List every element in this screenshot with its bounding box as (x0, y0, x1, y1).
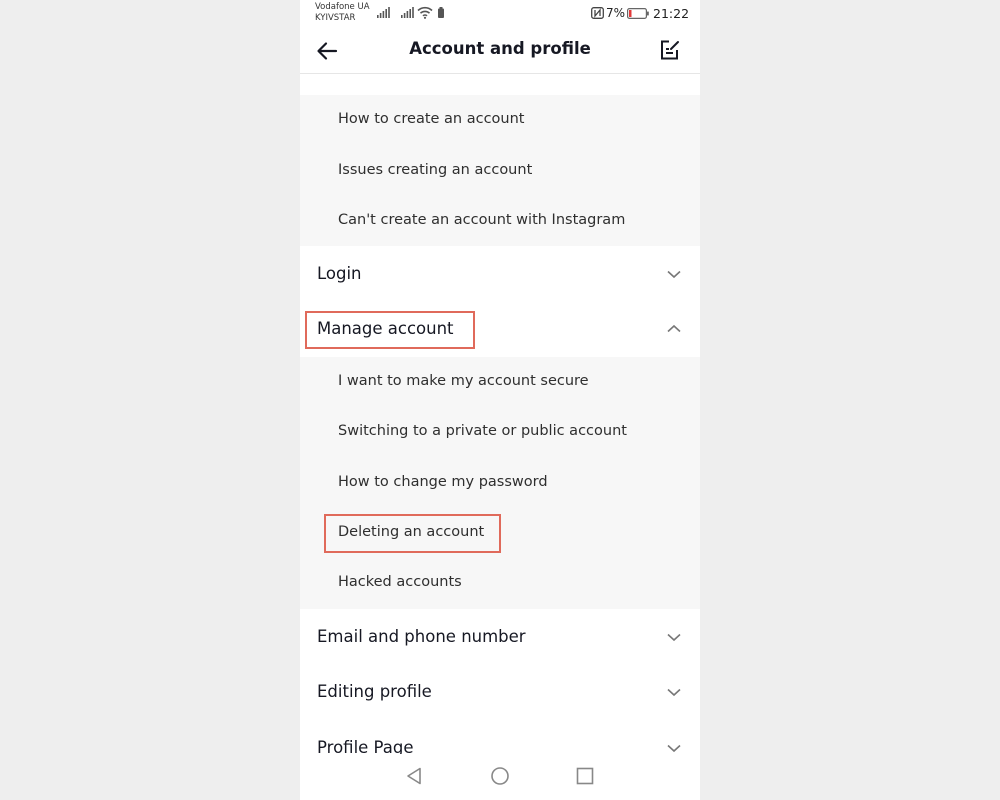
carrier-info: Vodafone UA KYIVSTAR (315, 2, 370, 24)
chevron-down-icon (667, 688, 681, 697)
topic-secure-account[interactable]: I want to make my account secure (338, 373, 589, 389)
section-email-phone[interactable]: Email and phone number (300, 617, 700, 657)
help-topics-list: How to create an account Issues creating… (300, 74, 700, 757)
topic-issues-creating-account[interactable]: Issues creating an account (338, 162, 532, 178)
signal-icon (377, 7, 390, 18)
phone-screen: Vodafone UA KYIVSTAR 7% 21:22 Account an… (300, 0, 700, 800)
carrier-name-1: Vodafone UA (315, 2, 370, 12)
nav-recents-icon[interactable] (576, 766, 594, 786)
wifi-icon (417, 6, 433, 19)
section-login[interactable]: Login (300, 254, 700, 294)
chevron-up-icon (667, 324, 681, 333)
section-email-phone-label: Email and phone number (317, 627, 526, 646)
app-header: Account and profile (300, 28, 700, 74)
battery-percent: 7% (606, 6, 626, 20)
battery-icon (627, 8, 649, 19)
nav-back-icon[interactable] (405, 766, 423, 786)
nfc-icon (591, 7, 604, 19)
chevron-down-icon (667, 270, 681, 279)
highlight-box-deleting-account (324, 514, 501, 553)
carrier-name-2: KYIVSTAR (315, 13, 356, 23)
chevron-down-icon (667, 633, 681, 642)
topic-change-password[interactable]: How to change my password (338, 474, 548, 490)
section-login-label: Login (317, 264, 362, 283)
topic-hacked-accounts[interactable]: Hacked accounts (338, 574, 462, 590)
highlight-box-manage-account (305, 311, 475, 349)
manage-account-sublist: I want to make my account secure Switchi… (300, 357, 700, 609)
battery-saver-icon (438, 7, 444, 18)
topic-private-public-account[interactable]: Switching to a private or public account (338, 423, 627, 439)
system-nav-bar (300, 754, 700, 800)
topic-how-to-create-account[interactable]: How to create an account (338, 111, 525, 127)
page-title: Account and profile (409, 39, 591, 58)
status-time: 21:22 (653, 6, 690, 21)
nav-home-icon[interactable] (490, 766, 510, 786)
create-account-sublist: How to create an account Issues creating… (300, 95, 700, 246)
chevron-down-icon (667, 744, 681, 753)
section-editing-profile-label: Editing profile (317, 682, 432, 701)
section-editing-profile[interactable]: Editing profile (300, 672, 700, 712)
signal-icon (401, 7, 414, 18)
status-bar: Vodafone UA KYIVSTAR 7% 21:22 (300, 0, 700, 28)
topic-instagram-account[interactable]: Can't create an account with Instagram (338, 212, 625, 228)
edit-note-icon[interactable] (659, 39, 681, 61)
